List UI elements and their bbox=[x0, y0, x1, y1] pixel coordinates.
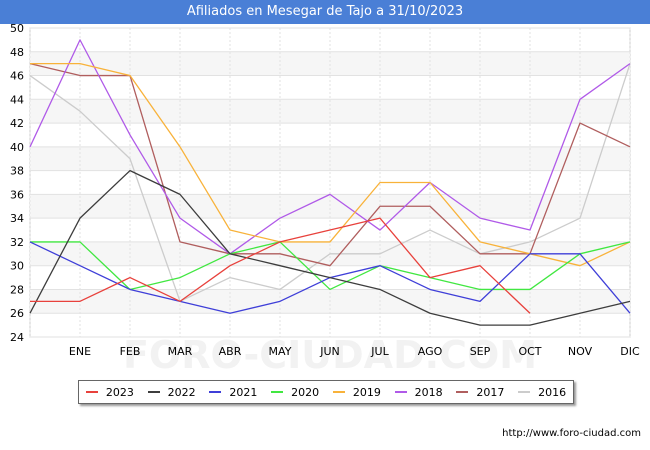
legend-label: 2016 bbox=[538, 385, 567, 399]
y-tick-label: 36 bbox=[10, 188, 24, 201]
x-tick-label: MAR bbox=[168, 345, 193, 358]
x-tick-label: ENE bbox=[69, 345, 91, 358]
y-tick-label: 46 bbox=[10, 70, 24, 83]
legend-item-2022: 2022 bbox=[147, 385, 196, 399]
y-tick-label: 44 bbox=[10, 93, 24, 106]
source-url: http://www.foro-ciudad.com bbox=[502, 428, 641, 439]
x-tick-label: JUL bbox=[370, 345, 389, 358]
legend-label: 2017 bbox=[476, 385, 505, 399]
legend-item-2021: 2021 bbox=[209, 386, 257, 399]
y-tick-label: 42 bbox=[10, 117, 24, 130]
x-tick-label: NOV bbox=[568, 345, 593, 358]
y-tick-label: 34 bbox=[10, 212, 24, 225]
y-tick-label: 28 bbox=[10, 283, 24, 296]
y-tick-label: 50 bbox=[10, 22, 24, 35]
x-tick-label: AGO bbox=[418, 345, 443, 358]
legend-swatch bbox=[85, 391, 98, 393]
legend: 2023 2022 2021 2020 2019 2018 2017 2016 bbox=[78, 380, 574, 404]
y-axis: 24 26 28 30 32 34 36 38 40 42 44 46 48 50 bbox=[10, 22, 24, 344]
legend-item-2016: 2016 bbox=[518, 386, 566, 399]
plot-area bbox=[29, 27, 631, 338]
legend-label: 2019 bbox=[352, 385, 381, 399]
y-tick-label: 38 bbox=[10, 165, 24, 178]
legend-swatch bbox=[394, 391, 407, 393]
plot-band bbox=[30, 146, 630, 171]
legend-label: 2022 bbox=[167, 385, 196, 399]
x-tick-label: SEP bbox=[470, 345, 491, 358]
legend-swatch bbox=[147, 391, 160, 393]
legend-item-2018: 2018 bbox=[394, 385, 443, 399]
y-tick-label: 32 bbox=[10, 236, 24, 249]
y-tick-label: 48 bbox=[10, 46, 24, 59]
legend-item-2017: 2017 bbox=[456, 386, 504, 399]
legend-item-2019: 2019 bbox=[332, 385, 381, 399]
legend-label: 2020 bbox=[291, 385, 320, 399]
plot-band bbox=[30, 99, 630, 124]
y-tick-label: 24 bbox=[10, 331, 24, 344]
x-tick-label: JUN bbox=[319, 345, 340, 358]
y-tick-label: 40 bbox=[10, 141, 24, 154]
legend-item-2023: 2023 bbox=[85, 385, 134, 399]
legend-swatch bbox=[332, 391, 345, 393]
x-tick-label: FEB bbox=[120, 345, 141, 358]
legend-swatch bbox=[271, 391, 284, 393]
legend-swatch bbox=[209, 391, 222, 393]
y-tick-label: 30 bbox=[10, 260, 24, 273]
y-tick-label: 26 bbox=[10, 307, 24, 320]
x-tick-label: MAY bbox=[269, 345, 292, 358]
legend-label: 2023 bbox=[105, 385, 134, 399]
x-tick-label: DIC bbox=[620, 345, 640, 358]
x-tick-label: OCT bbox=[518, 345, 541, 358]
legend-label: 2018 bbox=[414, 385, 443, 399]
legend-label: 2021 bbox=[229, 385, 258, 399]
x-tick-label: ABR bbox=[219, 345, 242, 358]
legend-item-2020: 2020 bbox=[271, 386, 319, 399]
legend-swatch bbox=[456, 391, 469, 393]
plot-band bbox=[30, 51, 630, 76]
legend-swatch bbox=[518, 391, 531, 393]
